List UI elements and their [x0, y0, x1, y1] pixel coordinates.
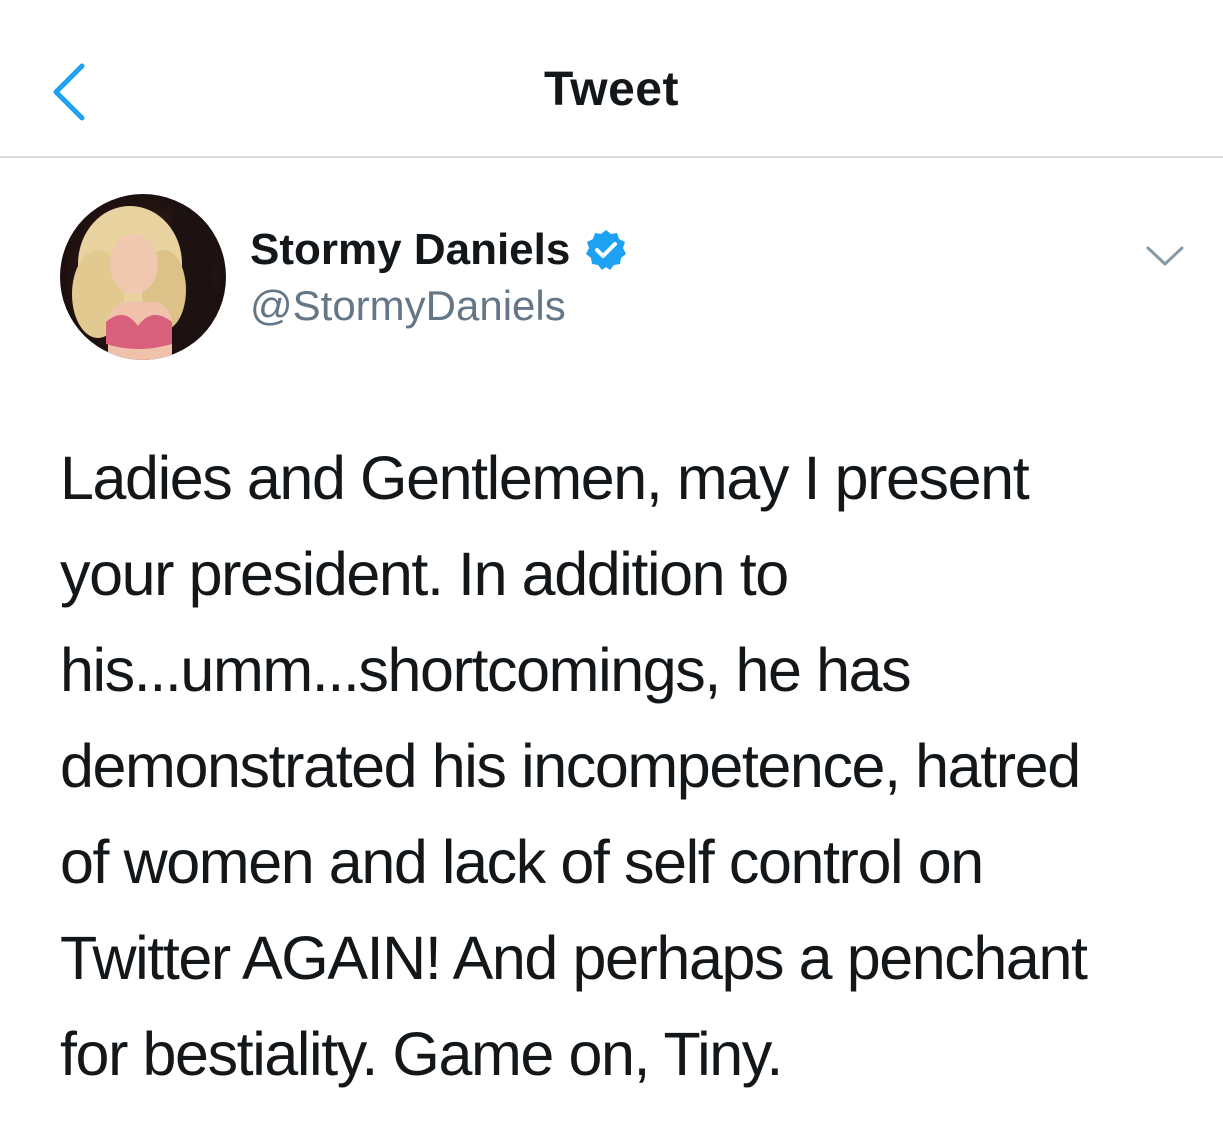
tweet-line: Ladies and Gentlemen, may I present	[60, 444, 1030, 512]
tweet-line: your president. In addition to	[60, 540, 789, 608]
tweet-line: Twitter AGAIN! And perhaps a penchant	[60, 924, 1088, 992]
tweet-line: demonstrated his incompetence, hatred	[60, 732, 1081, 800]
verified-badge-icon	[586, 230, 627, 270]
display-name[interactable]: Stormy Daniels	[250, 225, 570, 275]
tweet-line: for bestiality. Game on, Tiny.	[60, 1020, 783, 1088]
nav-bar: Tweet	[0, 0, 1223, 158]
avatar[interactable]	[60, 194, 226, 360]
more-options-button[interactable]	[1140, 236, 1190, 276]
tweet-text: Ladies and Gentlemen, may I present your…	[60, 430, 1200, 1102]
tweet-header: Stormy Daniels @StormyDaniels	[0, 158, 1223, 398]
user-handle[interactable]: @StormyDaniels	[250, 282, 566, 330]
tweet-line: of women and lack of self control on	[60, 828, 984, 896]
display-name-row: Stormy Daniels	[250, 220, 628, 280]
chevron-down-icon	[1146, 246, 1184, 266]
tweet-line: his...umm...shortcomings, he has	[60, 636, 912, 704]
avatar-image	[60, 194, 226, 360]
page-title: Tweet	[544, 63, 679, 116]
